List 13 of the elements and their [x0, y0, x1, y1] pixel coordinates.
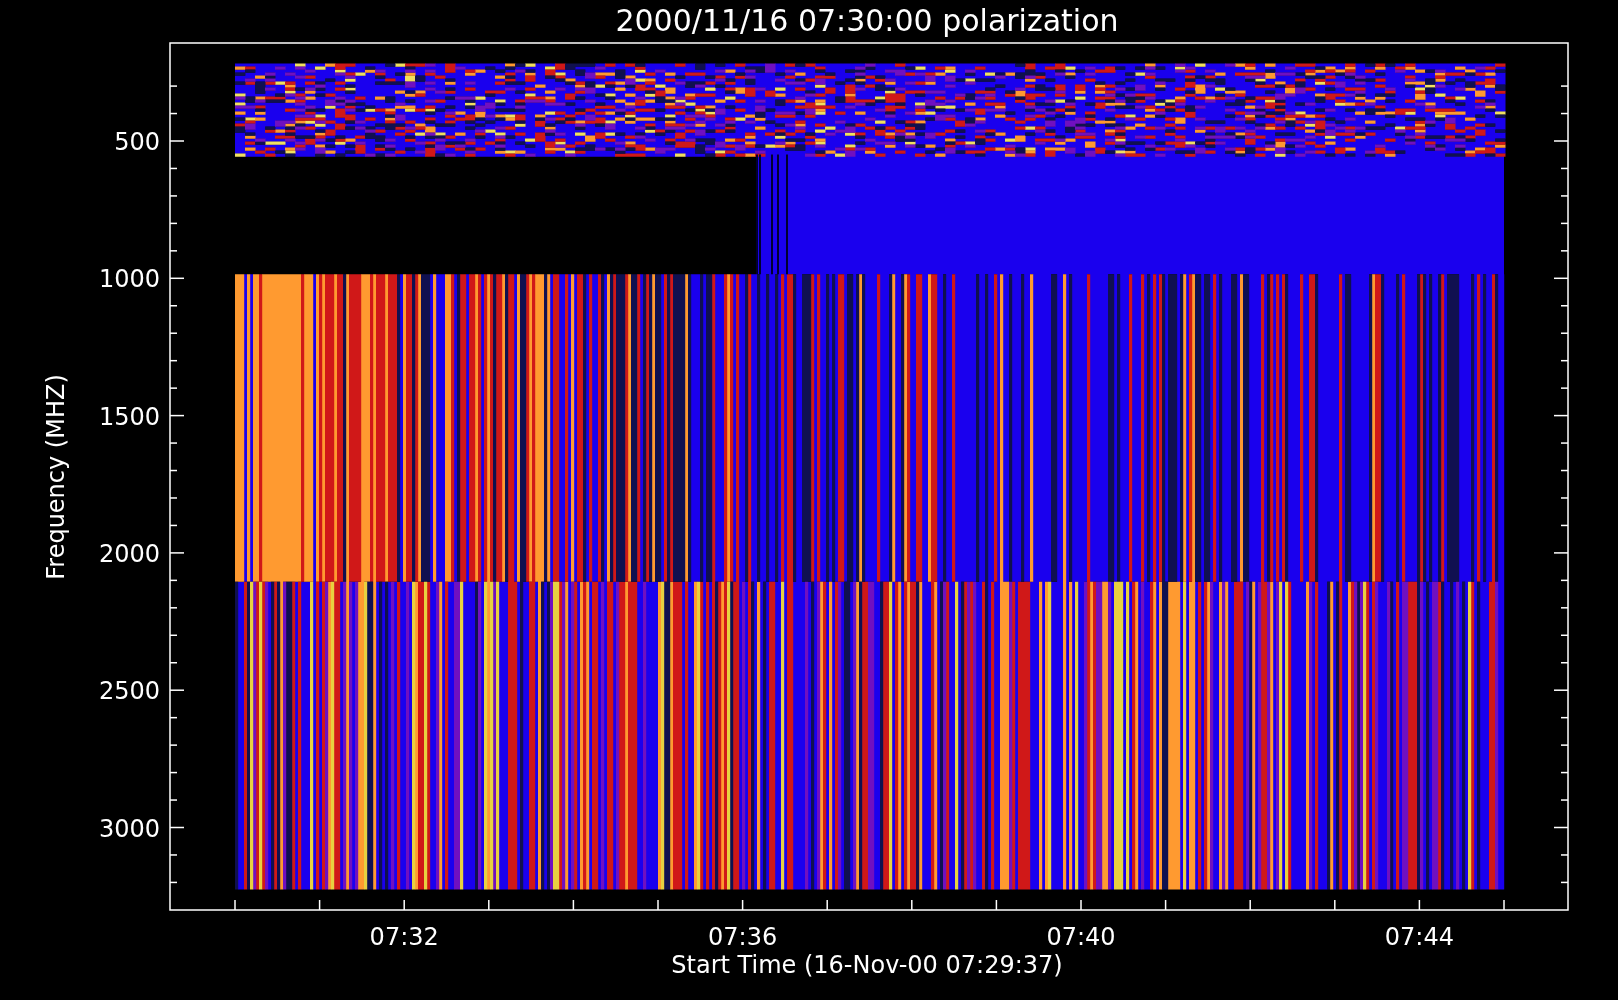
- y-tick-label: 1500: [98, 402, 160, 431]
- x-axis-label: Start Time (16-Nov-00 07:29:37): [671, 951, 1063, 979]
- y-axis-label: Frequency (MHZ): [42, 374, 70, 580]
- y-tick-label: 2000: [98, 539, 160, 568]
- x-tick-label: 07:36: [708, 923, 778, 951]
- y-tick-label: 3000: [98, 814, 160, 843]
- x-tick-label: 07:40: [1046, 923, 1116, 951]
- x-tick-label: 07:32: [369, 923, 439, 951]
- x-tick-label: 07:44: [1384, 923, 1454, 951]
- y-tick-label: 500: [114, 128, 160, 156]
- y-tick-label: 1000: [98, 265, 160, 294]
- chart-title: 2000/11/16 07:30:00 polarization: [615, 3, 1119, 38]
- y-tick-label: 2500: [98, 677, 160, 706]
